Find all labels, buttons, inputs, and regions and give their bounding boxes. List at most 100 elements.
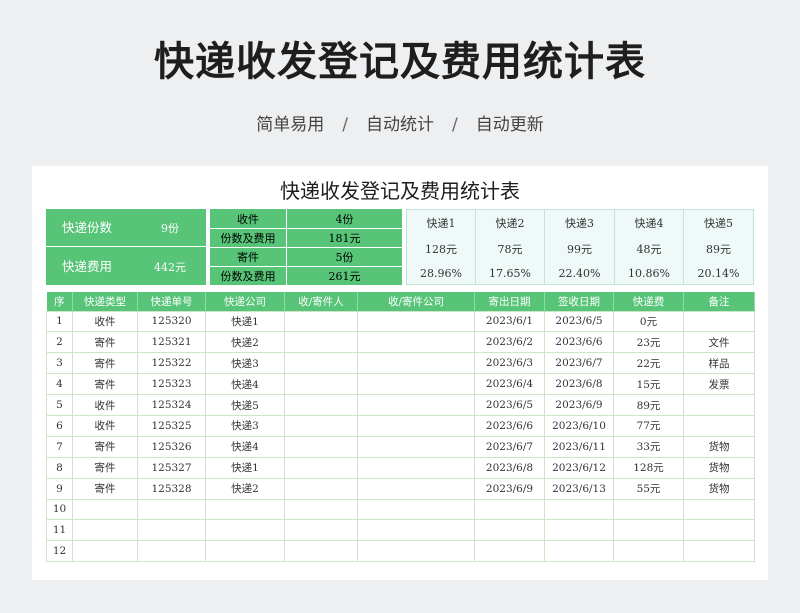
column-header[interactable]: 寄出日期 bbox=[474, 292, 545, 311]
table-cell[interactable]: 快递1 bbox=[205, 310, 285, 333]
table-cell[interactable]: 2023/6/5 bbox=[474, 394, 545, 416]
table-cell[interactable]: 125323 bbox=[137, 373, 206, 396]
table-cell[interactable] bbox=[205, 498, 285, 521]
table-cell[interactable] bbox=[357, 519, 475, 542]
table-cell[interactable] bbox=[613, 519, 684, 542]
table-cell[interactable]: 4 bbox=[46, 373, 73, 396]
table-cell[interactable]: 125320 bbox=[137, 310, 206, 333]
table-cell[interactable]: 货物 bbox=[683, 435, 755, 458]
table-cell[interactable]: 9 bbox=[46, 477, 73, 500]
table-cell[interactable]: 8 bbox=[46, 456, 73, 479]
table-cell[interactable]: 2023/6/10 bbox=[544, 414, 614, 437]
table-cell[interactable]: 快递2 bbox=[205, 331, 285, 354]
table-cell[interactable]: 2023/6/9 bbox=[544, 394, 614, 416]
column-header[interactable]: 快递公司 bbox=[205, 292, 285, 311]
table-cell[interactable] bbox=[284, 519, 358, 542]
table-cell[interactable]: 货物 bbox=[683, 456, 755, 479]
table-cell[interactable] bbox=[72, 498, 138, 521]
table-cell[interactable] bbox=[474, 540, 545, 563]
table-cell[interactable]: 22元 bbox=[613, 352, 684, 375]
table-cell[interactable]: 发票 bbox=[683, 373, 755, 396]
column-header[interactable]: 序 bbox=[46, 292, 73, 311]
table-cell[interactable]: 55元 bbox=[613, 477, 684, 500]
table-cell[interactable] bbox=[357, 498, 475, 521]
table-cell[interactable] bbox=[284, 540, 358, 563]
table-cell[interactable] bbox=[284, 414, 358, 437]
table-cell[interactable] bbox=[357, 456, 475, 479]
table-cell[interactable] bbox=[284, 456, 358, 479]
table-cell[interactable] bbox=[613, 540, 684, 563]
table-cell[interactable]: 寄件 bbox=[72, 373, 138, 396]
table-cell[interactable] bbox=[284, 310, 358, 333]
table-cell[interactable]: 收件 bbox=[72, 394, 138, 416]
column-header[interactable]: 快递费 bbox=[613, 292, 684, 311]
table-cell[interactable]: 文件 bbox=[683, 331, 755, 354]
table-cell[interactable]: 快递5 bbox=[205, 394, 285, 416]
table-cell[interactable]: 快递2 bbox=[205, 477, 285, 500]
column-header[interactable]: 签收日期 bbox=[544, 292, 614, 311]
table-cell[interactable]: 2023/6/13 bbox=[544, 477, 614, 500]
table-cell[interactable]: 11 bbox=[46, 519, 73, 542]
table-cell[interactable] bbox=[544, 498, 614, 521]
column-header[interactable]: 快递单号 bbox=[137, 292, 206, 311]
table-cell[interactable] bbox=[284, 373, 358, 396]
table-cell[interactable] bbox=[284, 394, 358, 416]
table-cell[interactable]: 寄件 bbox=[72, 331, 138, 354]
column-header[interactable]: 快递类型 bbox=[72, 292, 138, 311]
table-cell[interactable]: 2023/6/7 bbox=[544, 352, 614, 375]
column-header[interactable]: 收/寄件人 bbox=[284, 292, 358, 311]
table-cell[interactable] bbox=[683, 414, 755, 437]
table-cell[interactable] bbox=[613, 498, 684, 521]
table-cell[interactable] bbox=[544, 540, 614, 563]
table-cell[interactable]: 样品 bbox=[683, 352, 755, 375]
table-cell[interactable] bbox=[357, 352, 475, 375]
table-cell[interactable]: 寄件 bbox=[72, 435, 138, 458]
table-cell[interactable]: 寄件 bbox=[72, 456, 138, 479]
column-header[interactable]: 收/寄件公司 bbox=[357, 292, 475, 311]
table-cell[interactable] bbox=[357, 310, 475, 333]
table-cell[interactable] bbox=[357, 394, 475, 416]
table-cell[interactable] bbox=[357, 435, 475, 458]
table-cell[interactable]: 2023/6/8 bbox=[544, 373, 614, 396]
table-cell[interactable]: 收件 bbox=[72, 310, 138, 333]
table-cell[interactable] bbox=[284, 435, 358, 458]
table-cell[interactable]: 12 bbox=[46, 540, 73, 563]
table-cell[interactable] bbox=[683, 519, 755, 542]
table-cell[interactable] bbox=[683, 498, 755, 521]
table-cell[interactable]: 2023/6/6 bbox=[474, 414, 545, 437]
table-cell[interactable] bbox=[544, 519, 614, 542]
table-cell[interactable] bbox=[284, 498, 358, 521]
table-cell[interactable]: 2023/6/9 bbox=[474, 477, 545, 500]
table-cell[interactable]: 125321 bbox=[137, 331, 206, 354]
table-cell[interactable]: 2023/6/4 bbox=[474, 373, 545, 396]
table-cell[interactable]: 125327 bbox=[137, 456, 206, 479]
table-cell[interactable]: 快递3 bbox=[205, 414, 285, 437]
table-cell[interactable]: 128元 bbox=[613, 456, 684, 479]
table-cell[interactable]: 3 bbox=[46, 352, 73, 375]
table-cell[interactable]: 6 bbox=[46, 414, 73, 437]
table-cell[interactable]: 2023/6/7 bbox=[474, 435, 545, 458]
table-cell[interactable] bbox=[474, 498, 545, 521]
table-cell[interactable]: 23元 bbox=[613, 331, 684, 354]
table-cell[interactable]: 收件 bbox=[72, 414, 138, 437]
table-cell[interactable] bbox=[357, 477, 475, 500]
table-cell[interactable]: 2023/6/11 bbox=[544, 435, 614, 458]
table-cell[interactable]: 2023/6/12 bbox=[544, 456, 614, 479]
table-cell[interactable]: 1 bbox=[46, 310, 73, 333]
table-cell[interactable] bbox=[72, 519, 138, 542]
table-cell[interactable]: 货物 bbox=[683, 477, 755, 500]
table-cell[interactable]: 5 bbox=[46, 394, 73, 416]
table-cell[interactable]: 2023/6/5 bbox=[544, 310, 614, 333]
table-cell[interactable] bbox=[137, 540, 206, 563]
table-cell[interactable]: 2 bbox=[46, 331, 73, 354]
table-cell[interactable] bbox=[474, 519, 545, 542]
table-cell[interactable]: 2023/6/1 bbox=[474, 310, 545, 333]
table-cell[interactable] bbox=[357, 414, 475, 437]
table-cell[interactable] bbox=[284, 331, 358, 354]
table-cell[interactable]: 0元 bbox=[613, 310, 684, 333]
table-cell[interactable]: 2023/6/2 bbox=[474, 331, 545, 354]
table-cell[interactable] bbox=[137, 519, 206, 542]
table-cell[interactable]: 快递4 bbox=[205, 435, 285, 458]
table-cell[interactable]: 125326 bbox=[137, 435, 206, 458]
table-cell[interactable]: 125328 bbox=[137, 477, 206, 500]
